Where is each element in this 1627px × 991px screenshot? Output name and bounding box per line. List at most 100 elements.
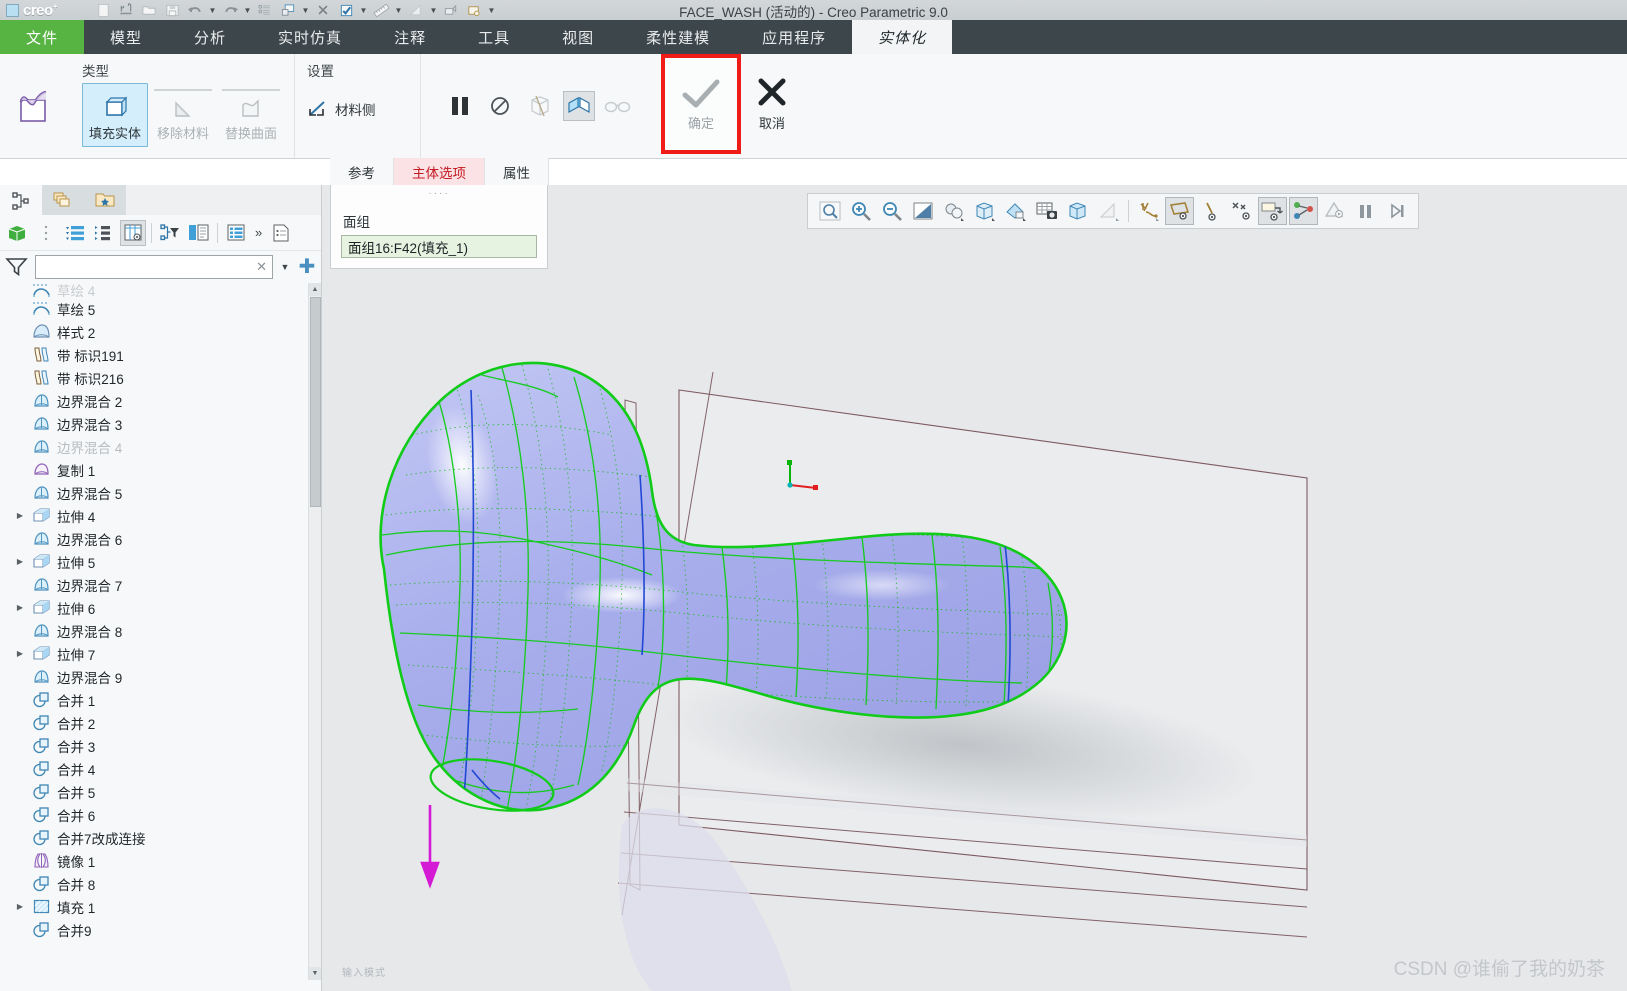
- tree-item-23[interactable]: 合并 6: [0, 803, 321, 826]
- navigator-tab-bar[interactable]: [0, 185, 321, 215]
- measure-dropdown-icon[interactable]: ▼: [393, 1, 404, 20]
- no-entry-icon[interactable]: [483, 85, 517, 127]
- tab-file[interactable]: 文件: [0, 20, 84, 54]
- tree-expander-icon[interactable]: ▶: [14, 557, 26, 566]
- redo-dropdown-icon[interactable]: ▼: [242, 1, 253, 20]
- appearance-dropdown-icon[interactable]: ▼: [486, 1, 497, 20]
- ribbon-tab-strip[interactable]: 文件 模型 分析 实时仿真 注释 工具 视图 柔性建模 应用程序 实体化: [0, 20, 1627, 54]
- tree-item-21[interactable]: 合并 4: [0, 757, 321, 780]
- layers-display-icon[interactable]: [1320, 197, 1349, 225]
- tree-item-25[interactable]: 镜像 1: [0, 849, 321, 872]
- save-icon[interactable]: [161, 1, 183, 20]
- zoom-in-icon[interactable]: [846, 197, 875, 225]
- preview-wireframe-icon[interactable]: [523, 85, 557, 127]
- tree-expander-icon[interactable]: ▶: [14, 511, 26, 520]
- tab-applications[interactable]: 应用程序: [736, 20, 852, 54]
- tree-item-13[interactable]: 边界混合 7: [0, 573, 321, 596]
- plus-icon[interactable]: ✚: [297, 258, 317, 276]
- overflow-icon[interactable]: »: [252, 225, 265, 240]
- remove-material-button[interactable]: 移除材料: [150, 83, 216, 147]
- section-dropdown-icon[interactable]: ▼: [428, 1, 439, 20]
- datum-planes-icon[interactable]: [1134, 197, 1163, 225]
- tree-item-8[interactable]: 复制 1: [0, 458, 321, 481]
- confirm-button[interactable]: 确定: [661, 54, 741, 154]
- measure-icon[interactable]: [370, 1, 392, 20]
- dashboard-tab-reference[interactable]: 参考: [330, 158, 394, 185]
- preview-geometry-icon[interactable]: [563, 91, 595, 121]
- tab-view[interactable]: 视图: [536, 20, 620, 54]
- appearance-icon[interactable]: [440, 1, 462, 20]
- cancel-button[interactable]: 取消: [745, 54, 799, 154]
- tree-settings-icon[interactable]: [223, 220, 249, 246]
- material-side-button[interactable]: 材料侧: [307, 83, 404, 119]
- pause-render-icon[interactable]: [1351, 197, 1380, 225]
- tree-toolbar[interactable]: »: [0, 215, 321, 251]
- clear-x-icon[interactable]: ✕: [256, 259, 267, 275]
- perspective-icon[interactable]: [939, 197, 968, 225]
- column-display-icon[interactable]: [120, 220, 146, 246]
- panel-drag-handle[interactable]: ····: [341, 189, 537, 199]
- graphics-toolbar[interactable]: [807, 193, 1419, 229]
- navigator-tab-layer-tree[interactable]: [42, 185, 84, 215]
- tree-item-7[interactable]: 边界混合 4: [0, 435, 321, 458]
- saved-views-icon[interactable]: [970, 197, 999, 225]
- play-step-icon[interactable]: [1382, 197, 1411, 225]
- tree-item-3[interactable]: 带 标识191: [0, 343, 321, 366]
- tree-item-0[interactable]: 草绘 4: [0, 283, 321, 297]
- display-shaded-icon[interactable]: [1063, 197, 1092, 225]
- tree-item-18[interactable]: 合并 1: [0, 688, 321, 711]
- scroll-thumb[interactable]: [310, 297, 321, 507]
- dashboard-tabs[interactable]: 参考 主体选项 属性: [330, 158, 620, 185]
- drag-handle-icon[interactable]: [33, 220, 59, 246]
- tree-item-17[interactable]: 边界混合 9: [0, 665, 321, 688]
- zoom-out-icon[interactable]: [877, 197, 906, 225]
- tree-item-11[interactable]: 边界混合 6: [0, 527, 321, 550]
- scroll-down-icon[interactable]: ▼: [309, 967, 321, 980]
- tree-item-24[interactable]: 合并7改成连接: [0, 826, 321, 849]
- tree-item-20[interactable]: 合并 3: [0, 734, 321, 757]
- tree-item-22[interactable]: 合并 5: [0, 780, 321, 803]
- tree-item-5[interactable]: 边界混合 2: [0, 389, 321, 412]
- redo-icon[interactable]: [219, 1, 241, 20]
- new-document-icon[interactable]: [92, 1, 114, 20]
- view-capture-icon[interactable]: [1032, 197, 1061, 225]
- graphics-viewport[interactable]: 输入模式 CSDN @谁偷了我的奶茶: [322, 185, 1627, 991]
- tree-item-28[interactable]: 合并9: [0, 918, 321, 941]
- tree-item-14[interactable]: ▶拉伸 6: [0, 596, 321, 619]
- selection-check-icon[interactable]: [335, 1, 357, 20]
- model-tree[interactable]: 草绘 4草绘 5样式 2带 标识191带 标识216边界混合 2边界混合 3边界…: [0, 283, 321, 980]
- window-switch-dropdown-icon[interactable]: ▼: [300, 1, 311, 20]
- tree-item-9[interactable]: 边界混合 5: [0, 481, 321, 504]
- tree-item-1[interactable]: 草绘 5: [0, 297, 321, 320]
- regenerate-icon[interactable]: [254, 1, 276, 20]
- green-cube-icon[interactable]: [4, 220, 30, 246]
- window-switch-icon[interactable]: [277, 1, 299, 20]
- tab-annotate[interactable]: 注释: [368, 20, 452, 54]
- open-folder-icon[interactable]: [138, 1, 160, 20]
- display-style-icon[interactable]: [1094, 197, 1123, 225]
- view-manager-icon[interactable]: [1001, 197, 1030, 225]
- tree-item-15[interactable]: 边界混合 8: [0, 619, 321, 642]
- spin-center-icon[interactable]: [1289, 197, 1318, 225]
- dashboard-tab-body-options[interactable]: 主体选项: [394, 158, 485, 185]
- appearance-active-icon[interactable]: [463, 1, 485, 20]
- tab-flexible-modeling[interactable]: 柔性建模: [620, 20, 736, 54]
- annotation-display-icon[interactable]: [1258, 197, 1287, 225]
- tree-item-19[interactable]: 合并 2: [0, 711, 321, 734]
- repaint-icon[interactable]: [908, 197, 937, 225]
- tree-item-26[interactable]: 合并 8: [0, 872, 321, 895]
- selection-dropdown-icon[interactable]: ▼: [358, 1, 369, 20]
- dashboard-tab-properties[interactable]: 属性: [485, 158, 549, 185]
- quilt-field-value[interactable]: 面组16:F42(填充_1): [341, 235, 537, 258]
- tree-search-field[interactable]: [36, 256, 272, 278]
- tree-expander-icon[interactable]: ▶: [14, 603, 26, 612]
- tree-columns-icon[interactable]: [186, 220, 212, 246]
- undo-dropdown-icon[interactable]: ▼: [207, 1, 218, 20]
- tab-model[interactable]: 模型: [84, 20, 168, 54]
- tree-item-10[interactable]: ▶拉伸 4: [0, 504, 321, 527]
- section-icon[interactable]: [405, 1, 427, 20]
- scroll-up-icon[interactable]: ▲: [309, 283, 321, 296]
- tree-expander-icon[interactable]: ▶: [14, 902, 26, 911]
- navigator-tab-folder-browser[interactable]: [84, 185, 126, 215]
- tree-item-6[interactable]: 边界混合 3: [0, 412, 321, 435]
